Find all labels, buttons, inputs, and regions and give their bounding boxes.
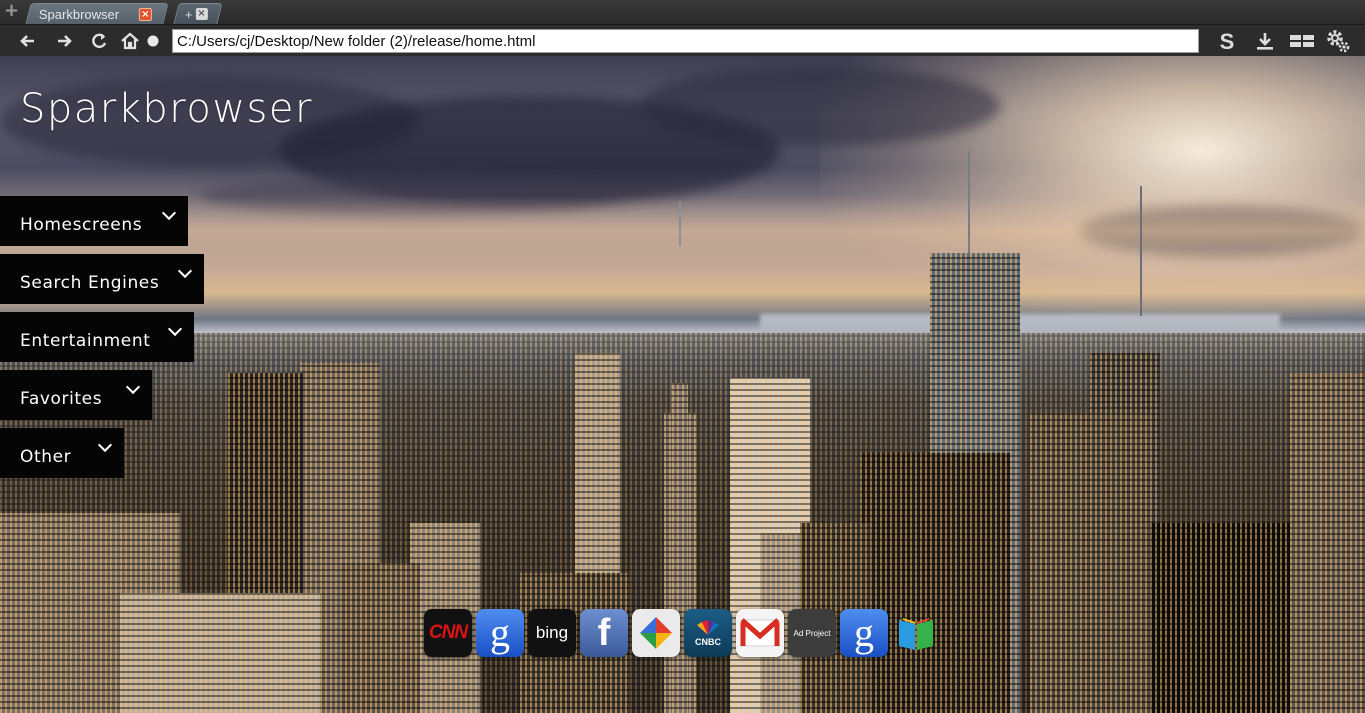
forward-arrow-icon[interactable] [53,30,75,52]
menu-favorites[interactable]: Favorites [0,370,152,420]
grid-view-icon[interactable] [1289,30,1315,52]
chevron-down-icon [177,263,193,279]
homepage: Sparkbrowser Homescreens Search Engines … [0,56,1365,713]
svg-text:S: S [1220,30,1235,52]
menu-label: Other [20,447,72,467]
tab-close-icon[interactable]: × [138,7,152,21]
settings-gear-icon[interactable] [1325,28,1351,54]
google-logo-text: g [854,610,874,655]
status-dot-icon[interactable] [142,30,164,52]
gmail-icon[interactable] [736,609,784,657]
add-tab-plus-icon[interactable]: + [4,2,20,20]
reload-icon[interactable] [88,30,110,52]
new-tab-button[interactable]: + × [173,3,223,24]
tab-strip: + Sparkbrowser × + × [0,0,1365,24]
navigation-toolbar: C:/Users/cj/Desktop/New folder (2)/relea… [0,24,1365,56]
ad-project-icon[interactable]: Ad Project [788,609,836,657]
cnbc-logo-text: CNBC [695,637,721,647]
menu-label: Homescreens [20,215,143,235]
menu-homescreens[interactable]: Homescreens [0,196,188,246]
cnn-logo-text: CNN [428,622,468,643]
spark-s-icon[interactable]: S [1216,29,1238,54]
page-title: Sparkbrowser [20,86,313,132]
menu-other[interactable]: Other [0,428,124,478]
google-books-icon[interactable] [892,609,940,657]
picasa-icon[interactable] [632,609,680,657]
tab-sparkbrowser[interactable]: Sparkbrowser × [25,3,169,24]
download-icon[interactable] [1254,30,1276,52]
menu-label: Search Engines [20,273,160,293]
home-icon[interactable] [119,30,141,52]
menu-entertainment[interactable]: Entertainment [0,312,194,362]
facebook-logo-text: f [597,612,611,654]
chevron-down-icon [125,379,141,395]
new-tab-close-icon[interactable]: × [195,8,208,20]
address-bar[interactable]: C:/Users/cj/Desktop/New folder (2)/relea… [172,29,1199,53]
tab-title: Sparkbrowser [38,6,120,22]
google-icon[interactable]: g [476,609,524,657]
cnbc-icon[interactable]: CNBC [684,609,732,657]
cnn-icon[interactable]: CNN [424,609,472,657]
menu-label: Entertainment [20,331,151,351]
app-shortcut-dock: CNN g bing f CNBC Ad Project g [424,609,940,657]
google-logo-text: g [490,610,510,655]
menu-label: Favorites [20,389,103,409]
back-arrow-icon[interactable] [17,30,39,52]
chevron-down-icon [161,205,177,221]
bing-logo-text: bing [535,623,569,642]
menu-search-engines[interactable]: Search Engines [0,254,204,304]
chevron-down-icon [167,321,183,337]
new-tab-plus-icon: + [184,6,193,22]
bing-icon[interactable]: bing [528,609,576,657]
facebook-icon[interactable]: f [580,609,628,657]
ad-project-text: Ad Project [793,628,831,638]
chevron-down-icon [97,437,113,453]
google-alt-icon[interactable]: g [840,609,888,657]
